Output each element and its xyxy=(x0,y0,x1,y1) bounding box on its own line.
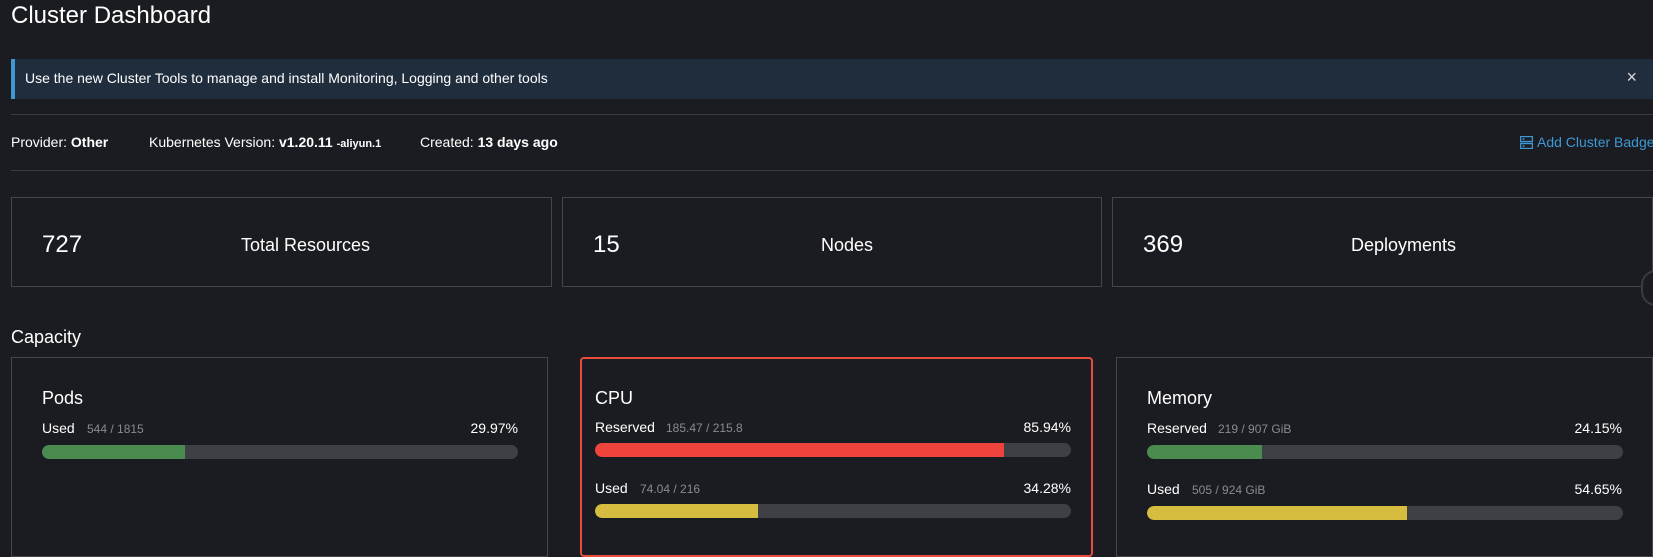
row-label: Used xyxy=(595,480,628,496)
banner-text: Use the new Cluster Tools to manage and … xyxy=(25,70,548,86)
created-label: Created: xyxy=(420,134,474,150)
created-info: Created: 13 days ago xyxy=(420,134,558,150)
kubernetes-version-label: Kubernetes Version: xyxy=(149,134,276,150)
add-cluster-badge-label: Add Cluster Badge xyxy=(1537,134,1653,150)
row-percent: 85.94% xyxy=(1023,419,1071,435)
row-label: Used xyxy=(1147,481,1180,497)
stat-card-nodes[interactable]: 15 Nodes xyxy=(562,197,1102,287)
stat-value: 15 xyxy=(593,231,620,258)
divider xyxy=(11,170,1653,171)
side-panel-handle[interactable] xyxy=(1641,270,1653,306)
row-percent: 24.15% xyxy=(1574,420,1622,436)
row-count: 74.04 / 216 xyxy=(640,482,701,496)
progress-fill xyxy=(1147,506,1408,520)
row-count: 219 / 907 GiB xyxy=(1218,422,1292,436)
add-cluster-badge-link[interactable]: Add Cluster Badge xyxy=(1520,134,1653,150)
kubernetes-version-info: Kubernetes Version: v1.20.11 -aliyun.1 xyxy=(149,134,381,150)
capacity-card-title: Memory xyxy=(1147,388,1213,408)
progress-bar xyxy=(1147,445,1623,459)
progress-bar xyxy=(595,504,1071,518)
provider-label: Provider: xyxy=(11,134,68,150)
row-label: Reserved xyxy=(595,419,655,435)
stat-card-deployments[interactable]: 369 Deployments xyxy=(1112,197,1653,287)
divider xyxy=(11,114,1653,115)
capacity-card-title: CPU xyxy=(595,388,634,408)
progress-bar xyxy=(595,443,1071,457)
capacity-card-cpu: CPU Reserved 185.47 / 215.8 85.94% Used … xyxy=(580,357,1093,557)
row-count: 505 / 924 GiB xyxy=(1192,483,1266,497)
stat-value: 369 xyxy=(1143,231,1184,258)
stat-label: Total Resources xyxy=(241,235,371,255)
stat-card-total-resources[interactable]: 727 Total Resources xyxy=(11,197,552,287)
stat-label: Nodes xyxy=(821,235,874,255)
provider-info: Provider: Other xyxy=(11,134,108,150)
capacity-title: Capacity xyxy=(11,327,82,347)
progress-fill xyxy=(1147,445,1262,459)
row-count: 544 / 1815 xyxy=(87,422,144,436)
row-count: 185.47 / 215.8 xyxy=(666,421,743,435)
row-percent: 54.65% xyxy=(1574,481,1622,497)
progress-bar xyxy=(42,445,518,459)
stat-value: 727 xyxy=(42,231,83,258)
kubernetes-version-suffix: -aliyun.1 xyxy=(336,138,382,150)
kubernetes-version-value: v1.20.11 xyxy=(278,134,333,150)
progress-fill xyxy=(595,443,1005,457)
close-icon[interactable]: × xyxy=(1626,67,1637,88)
row-percent: 34.28% xyxy=(1023,480,1071,496)
provider-value: Other xyxy=(70,134,109,150)
row-label: Used xyxy=(42,420,75,436)
created-value: 13 days ago xyxy=(477,134,558,150)
row-percent: 29.97% xyxy=(470,420,518,436)
page-title: Cluster Dashboard xyxy=(11,2,212,29)
stat-label: Deployments xyxy=(1351,235,1457,255)
progress-fill xyxy=(42,445,185,459)
capacity-card-memory: Memory Reserved 219 / 907 GiB 24.15% Use… xyxy=(1116,357,1653,557)
row-label: Reserved xyxy=(1147,420,1207,436)
progress-fill xyxy=(595,504,759,518)
progress-bar xyxy=(1147,506,1623,520)
capacity-card-title: Pods xyxy=(42,388,84,408)
badge-icon xyxy=(1520,136,1533,149)
info-banner: Use the new Cluster Tools to manage and … xyxy=(11,59,1653,99)
capacity-card-pods: Pods Used 544 / 1815 29.97% xyxy=(11,357,548,557)
